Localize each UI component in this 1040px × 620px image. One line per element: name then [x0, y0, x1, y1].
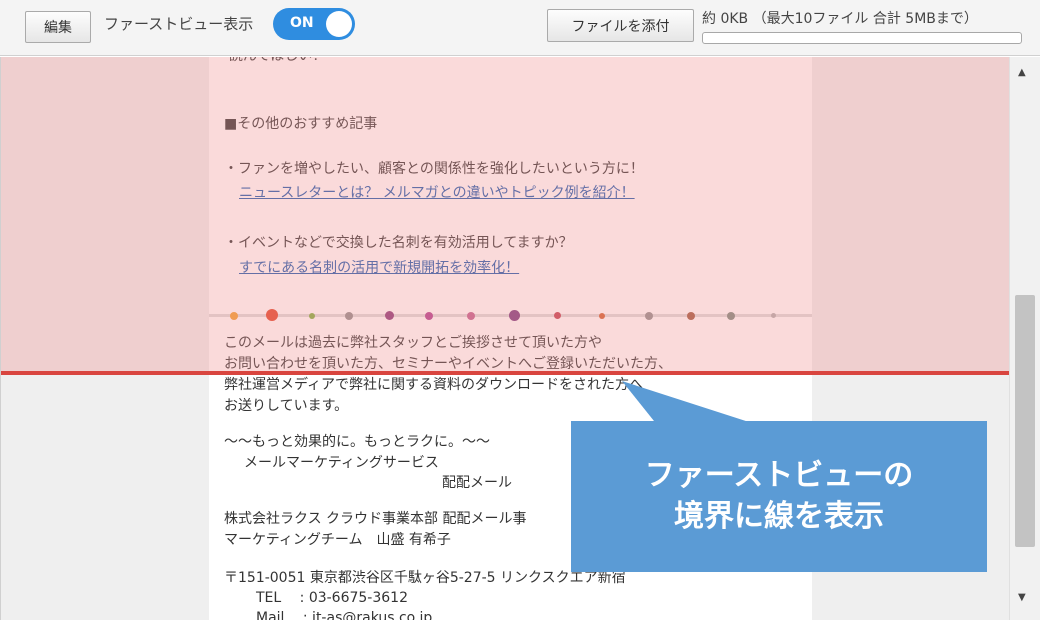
first-view-boundary-line — [1, 371, 1009, 375]
attach-file-button[interactable]: ファイルを添付 — [547, 9, 694, 42]
toggle-knob — [326, 11, 352, 37]
toggle-state-text: ON — [290, 15, 314, 31]
scroll-thumb[interactable] — [1015, 295, 1035, 547]
scroll-down-icon[interactable]: ▼ — [1018, 592, 1026, 603]
address: 〒151-0051 東京都渋谷区千駄ヶ谷5-27-5 リンクスクエア新宿 — [224, 570, 626, 586]
callout-annotation: ファーストビューの 境界に線を表示 — [571, 421, 987, 572]
slogan: ～～もっと効果的に。もっとラクに。～～ — [224, 434, 490, 450]
callout-line-1: ファーストビューの — [644, 458, 914, 493]
first-view-label: ファーストビュー表示 — [104, 15, 254, 33]
attachment-size-info: 約 0KB （最大10ファイル 合計 5MBまで） — [702, 11, 978, 27]
footer-line: 弊社運営メディアで弊社に関する資料のダウンロードをされた方へ — [224, 377, 644, 393]
service-name: メールマーケティングサービス — [244, 455, 439, 471]
vertical-scrollbar[interactable]: ▲ ▼ — [1009, 57, 1040, 620]
tel: TEL : 03-6675-3612 — [256, 590, 408, 606]
product-name: 配配メール — [442, 475, 512, 491]
attachment-progress-bar — [702, 32, 1022, 44]
company-line-2: マーケティングチーム 山盛 有希子 — [224, 532, 451, 548]
first-view-overlay — [1, 57, 1009, 374]
callout-line-2: 境界に線を表示 — [674, 498, 884, 534]
edit-button[interactable]: 編集 — [25, 11, 91, 43]
first-view-toggle[interactable]: ON — [273, 8, 355, 40]
toolbar: 編集 ファーストビュー表示 ON ファイルを添付 約 0KB （最大10ファイル… — [0, 0, 1040, 56]
footer-line: お送りしています。 — [224, 398, 349, 414]
company-line-1: 株式会社ラクス クラウド事業本部 配配メール事 — [224, 511, 527, 527]
mail-address: Mail : it-as@rakus.co.jp — [256, 610, 433, 620]
scroll-up-icon[interactable]: ▲ — [1018, 67, 1026, 78]
